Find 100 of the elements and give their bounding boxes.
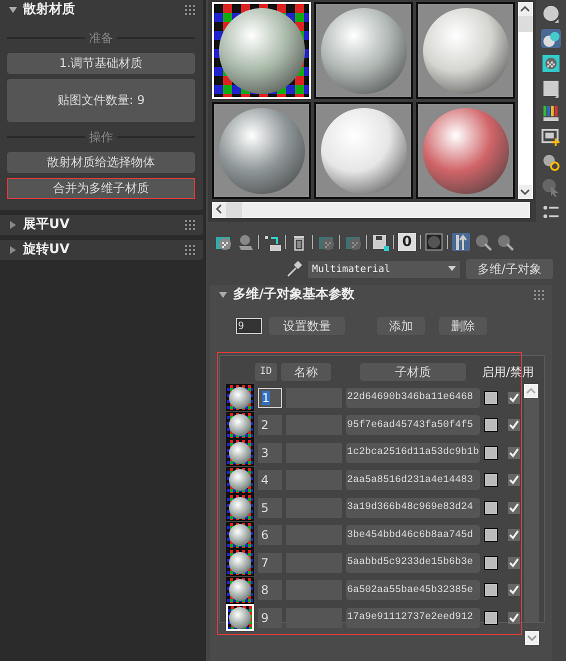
color-swatch[interactable]	[484, 500, 498, 515]
id-field[interactable]: 9	[258, 608, 282, 628]
panel-button[interactable]: 散射材质给选择物体	[7, 152, 195, 173]
id-field[interactable]: 4	[258, 470, 282, 490]
material-type-button[interactable]: 多维/子对象	[466, 259, 553, 279]
scrollbar[interactable]	[212, 202, 530, 218]
submaterial-button[interactable]: 3be454bbd46c6b8aa745d	[346, 525, 480, 546]
id-field[interactable]: 8	[258, 580, 282, 600]
material-thumbnail[interactable]	[226, 466, 254, 494]
submaterial-button[interactable]: 2aa5a8516d231a4e14483	[346, 470, 480, 490]
collapse-triangle-icon[interactable]	[218, 290, 228, 300]
square-icon[interactable]	[541, 78, 561, 98]
grip-icon[interactable]	[185, 245, 195, 255]
material-thumbnail[interactable]	[226, 439, 254, 466]
column-header[interactable]: 子材质	[360, 363, 466, 381]
color-swatch[interactable]	[484, 390, 498, 405]
material-thumbnail[interactable]	[226, 494, 254, 522]
submaterial-button[interactable]: 5aabbd5c9233de15b6b3e	[346, 552, 480, 573]
sample-slot[interactable]	[314, 102, 413, 199]
submaterial-button[interactable]: 3a19d366b48c969e83d24	[346, 498, 480, 518]
column-header[interactable]: 名称	[280, 363, 332, 381]
scrollbar-thumb[interactable]	[226, 202, 242, 218]
color-swatch[interactable]	[484, 446, 498, 460]
checkmark-icon	[509, 612, 519, 623]
material-thumbnail[interactable]	[226, 576, 254, 604]
rollout-title[interactable]: 旋转UV	[23, 241, 180, 259]
submaterial-button[interactable]: 17a9e91112737e2eed912	[346, 608, 480, 628]
sample-slot[interactable]	[314, 2, 413, 99]
collapse-triangle-icon[interactable]	[8, 5, 18, 15]
enable-checkbox[interactable]	[508, 529, 520, 542]
color-swatch[interactable]	[484, 473, 498, 488]
count-field[interactable]: 9	[236, 318, 262, 334]
color-swatch[interactable]	[484, 610, 498, 625]
panel-button[interactable]: 合并为多维子材质	[7, 178, 195, 199]
id-field[interactable]: 7	[258, 552, 282, 573]
sphere-layers-icon[interactable]	[236, 233, 254, 251]
eyedropper-icon[interactable]	[286, 261, 302, 277]
column-header[interactable]: ID	[255, 363, 277, 381]
zero-button[interactable]: 0	[398, 233, 416, 251]
sample-slot[interactable]	[212, 102, 311, 199]
id-field[interactable]: 3	[258, 442, 282, 463]
material-thumbnail[interactable]	[226, 412, 254, 439]
id-field[interactable]: 1	[258, 388, 282, 408]
expand-triangle-icon[interactable]	[8, 245, 18, 255]
sample-slot[interactable]	[416, 2, 515, 99]
submaterial-button[interactable]: 6a502aa55bae45b32385e	[346, 580, 480, 600]
material-thumbnail[interactable]	[226, 384, 254, 412]
color-swatch[interactable]	[484, 528, 498, 542]
material-name[interactable]: Multimaterial	[312, 264, 390, 274]
grip-icon[interactable]	[185, 5, 195, 15]
dropdown-caret-icon[interactable]	[448, 266, 456, 272]
checkmark-icon	[509, 530, 519, 540]
sphere-icon[interactable]	[541, 4, 561, 23]
expand-triangle-icon[interactable]	[8, 220, 18, 230]
scroll-up-icon[interactable]	[518, 2, 532, 16]
group-label: 准备	[85, 30, 117, 46]
spheres-icon[interactable]	[541, 28, 561, 48]
color-swatch[interactable]	[484, 418, 498, 432]
enable-checkbox[interactable]	[508, 584, 520, 596]
panel-button[interactable]: 贴图文件数量: 9	[7, 79, 195, 122]
film-plus-icon[interactable]	[541, 128, 561, 148]
color-swatch[interactable]	[484, 556, 498, 570]
grip-icon[interactable]	[185, 220, 195, 230]
scrollbar[interactable]	[518, 2, 533, 199]
color-swatch[interactable]	[484, 583, 498, 598]
rollout-title[interactable]: 散射材质	[23, 1, 180, 19]
toolbar-button[interactable]: 添加	[377, 317, 425, 335]
material-name-dropdown[interactable]: Multimaterial	[308, 260, 460, 278]
dark-square-icon[interactable]	[425, 233, 443, 251]
id-field[interactable]: 2	[258, 415, 282, 436]
enable-checkbox[interactable]	[508, 502, 520, 514]
checkmark-icon	[509, 502, 519, 513]
assign-arrow-icon[interactable]	[263, 233, 281, 251]
scroll-down-icon[interactable]	[518, 185, 532, 199]
grip-icon[interactable]	[534, 290, 544, 300]
enable-checkbox[interactable]	[508, 612, 520, 624]
color-bars-icon[interactable]	[541, 104, 561, 122]
group-label: 操作	[85, 128, 117, 146]
material-thumbnail[interactable]	[226, 549, 254, 576]
submaterial-button[interactable]: 1c2bca2516d11a53dc9b1b	[346, 442, 480, 463]
scrollbar[interactable]	[524, 384, 539, 622]
submaterial-button[interactable]: 22d64690b346ba11e6468	[346, 388, 480, 408]
scrollbar-thumb[interactable]	[518, 16, 533, 32]
enable-checkbox[interactable]	[508, 419, 520, 432]
rollout-title[interactable]: 多维/子对象基本参数	[233, 286, 529, 304]
checkmark-icon	[509, 585, 519, 596]
sample-slot[interactable]	[416, 102, 515, 199]
rollout-title[interactable]: 展平UV	[23, 216, 180, 234]
enable-checkbox[interactable]	[508, 392, 520, 404]
enable-checkbox[interactable]	[508, 556, 520, 569]
material-thumbnail[interactable]	[226, 522, 254, 549]
toolbar-button[interactable]: 设置数量	[269, 317, 345, 335]
id-field[interactable]: 6	[258, 525, 282, 546]
panel-button[interactable]: 1.调节基础材质	[7, 53, 195, 74]
enable-checkbox[interactable]	[508, 446, 520, 459]
save-icon[interactable]	[371, 233, 389, 251]
toolbar-button[interactable]: 删除	[439, 317, 487, 335]
enable-checkbox[interactable]	[508, 474, 520, 486]
id-field[interactable]: 5	[258, 498, 282, 518]
submaterial-button[interactable]: 95f7e6ad45743fa50f4f5	[346, 415, 480, 436]
